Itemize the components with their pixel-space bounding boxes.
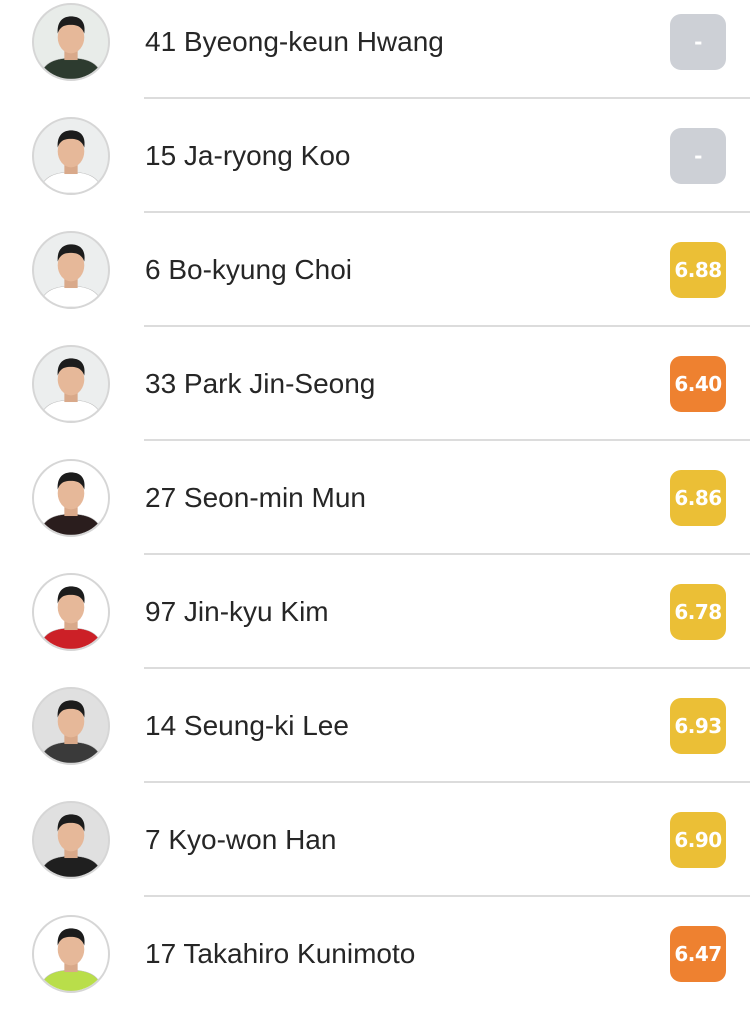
player-row[interactable]: 41 Byeong-keun Hwang - xyxy=(0,0,750,99)
player-photo-icon xyxy=(39,814,103,877)
rating-badge: - xyxy=(670,14,726,70)
player-name: 6 Bo-kyung Choi xyxy=(145,254,353,285)
player-list: 41 Byeong-keun Hwang - 15 Ja-ryong Koo -… xyxy=(0,0,750,1011)
player-row[interactable]: 17 Takahiro Kunimoto 6.47 xyxy=(0,897,750,1011)
player-row[interactable]: 6 Bo-kyung Choi 6.88 xyxy=(0,213,750,327)
player-name: 41 Byeong-keun Hwang xyxy=(145,26,444,57)
player-photo-icon xyxy=(39,16,103,79)
player-row[interactable]: 27 Seon-min Mun 6.86 xyxy=(0,441,750,555)
player-photo-icon xyxy=(39,586,103,649)
player-name: 27 Seon-min Mun xyxy=(145,482,367,513)
player-row[interactable]: 7 Kyo-won Han 6.90 xyxy=(0,783,750,897)
player-avatar xyxy=(32,801,110,879)
player-row[interactable]: 33 Park Jin-Seong 6.40 xyxy=(0,327,750,441)
player-avatar xyxy=(32,687,110,765)
player-avatar xyxy=(32,231,110,309)
player-name: 33 Park Jin-Seong xyxy=(145,368,376,399)
player-photo-icon xyxy=(39,244,103,307)
player-name: 15 Ja-ryong Koo xyxy=(145,140,351,171)
player-photo-icon xyxy=(39,130,103,193)
player-row[interactable]: 14 Seung-ki Lee 6.93 xyxy=(0,669,750,783)
player-avatar xyxy=(32,3,110,81)
rating-badge: 6.40 xyxy=(670,356,726,412)
player-photo-icon xyxy=(39,700,103,763)
rating-badge: 6.88 xyxy=(670,242,726,298)
rating-badge: 6.93 xyxy=(670,698,726,754)
player-avatar xyxy=(32,573,110,651)
rating-badge: - xyxy=(670,128,726,184)
rating-badge: 6.78 xyxy=(670,584,726,640)
player-avatar xyxy=(32,459,110,537)
player-photo-icon xyxy=(39,928,103,991)
player-row[interactable]: 15 Ja-ryong Koo - xyxy=(0,99,750,213)
player-avatar xyxy=(32,117,110,195)
rating-badge: 6.86 xyxy=(670,470,726,526)
player-photo-icon xyxy=(39,472,103,535)
rating-badge: 6.90 xyxy=(670,812,726,868)
player-avatar xyxy=(32,915,110,993)
player-name: 7 Kyo-won Han xyxy=(145,824,337,855)
player-avatar xyxy=(32,345,110,423)
player-photo-icon xyxy=(39,358,103,421)
rating-badge: 6.47 xyxy=(670,926,726,982)
player-row[interactable]: 97 Jin-kyu Kim 6.78 xyxy=(0,555,750,669)
player-name: 17 Takahiro Kunimoto xyxy=(145,938,416,969)
player-name: 97 Jin-kyu Kim xyxy=(145,596,329,627)
player-name: 14 Seung-ki Lee xyxy=(145,710,349,741)
